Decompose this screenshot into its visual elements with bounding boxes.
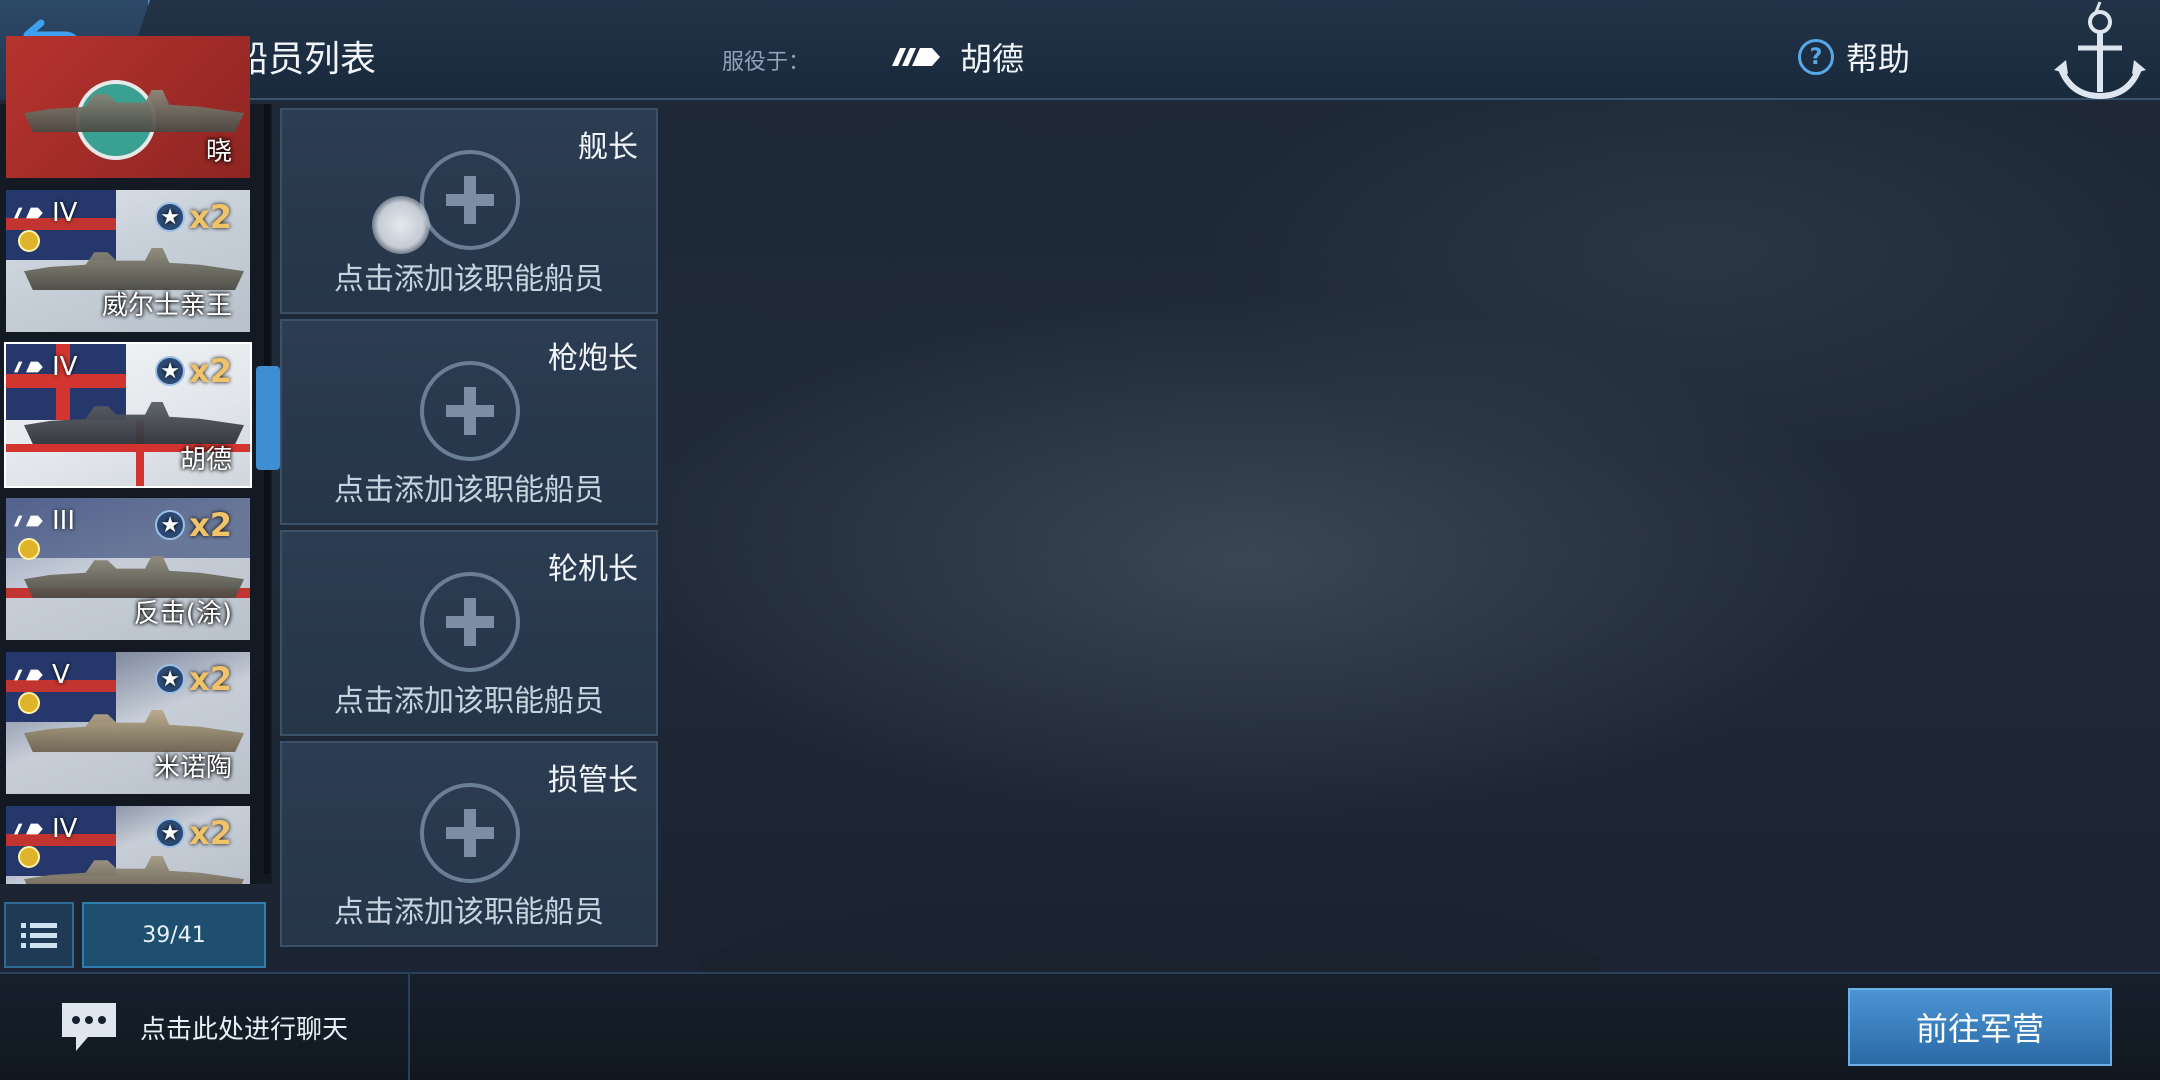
ship-tier-label: IV — [52, 814, 78, 844]
ship-tier: V — [14, 660, 70, 690]
top-bar: 船员列表 服役于： 胡德 ? 帮助 — [0, 0, 2160, 100]
ship-list: 晓 IV ★ x2 威尔士亲王 IV ★ x2 胡德 III ★ x2 反击(涂… — [0, 36, 272, 886]
ship-name: 米诺陶 — [153, 753, 232, 783]
plus-icon — [420, 572, 520, 672]
ship-tier-label: IV — [52, 198, 78, 228]
ship-card[interactable]: IV ★ x2 — [4, 804, 252, 886]
help-icon: ? — [1798, 39, 1834, 75]
ship-name: 威尔士亲王 — [101, 291, 232, 321]
ship-card[interactable]: 晓 — [4, 34, 252, 180]
crew-slot-hint: 点击添加该职能船员 — [334, 473, 604, 508]
anchor-icon[interactable] — [2050, 0, 2150, 106]
bottom-bar: 点击此处进行聊天 前往军营 — [0, 972, 2160, 1080]
plus-icon — [420, 150, 520, 250]
crew-slot-hint: 点击添加该职能船员 — [334, 262, 604, 297]
ship-multiplier-label: x2 — [189, 352, 232, 390]
star-icon: ★ — [155, 202, 186, 232]
ship-tier-label: V — [52, 660, 70, 690]
ship-name: 胡德 — [179, 445, 232, 475]
medal-icon — [18, 692, 40, 714]
ship-card-selected[interactable]: IV ★ x2 胡德 — [4, 342, 252, 488]
ship-name: 反击(涂) — [133, 599, 232, 629]
ship-name: 晓 — [205, 137, 232, 167]
ship-class-icon — [14, 361, 43, 373]
crew-slot-hint: 点击添加该职能船员 — [334, 895, 604, 930]
crew-slot-hint: 点击添加该职能船员 — [334, 684, 604, 719]
ship-tier-label: III — [52, 506, 76, 536]
ship-multiplier: ★ x2 — [155, 660, 232, 698]
ship-tier: IV — [14, 814, 77, 844]
medal-icon — [18, 230, 40, 252]
touch-indicator — [372, 196, 430, 254]
ship-multiplier-label: x2 — [189, 660, 232, 698]
ship-class-icon — [14, 669, 43, 681]
ship-tier-label: IV — [52, 352, 78, 382]
serve-ship-name: 胡德 — [960, 40, 1025, 78]
serve-label: 服役于： — [722, 50, 811, 75]
help-button[interactable]: ? 帮助 — [1798, 34, 1910, 80]
ship-multiplier-label: x2 — [189, 506, 232, 544]
crew-slot-role: 损管长 — [548, 763, 638, 798]
chat-button[interactable]: 点击此处进行聊天 — [0, 974, 410, 1080]
medal-icon — [18, 538, 40, 560]
ship-class-icon — [14, 823, 43, 835]
ship-class-icon — [892, 48, 940, 66]
crew-slot-role: 轮机长 — [548, 552, 638, 587]
serve-ship: 胡德 — [892, 34, 1024, 80]
crew-slot-damage-control[interactable]: 损管长 点击添加该职能船员 — [280, 741, 658, 947]
chat-label: 点击此处进行聊天 — [140, 1014, 349, 1045]
ship-count: 39/41 — [82, 902, 266, 968]
chat-icon — [62, 1003, 116, 1051]
ship-card[interactable]: IV ★ x2 威尔士亲王 — [4, 188, 252, 334]
crew-slot-engineer[interactable]: 轮机长 点击添加该职能船员 — [280, 530, 658, 736]
ship-multiplier-label: x2 — [189, 198, 232, 236]
star-icon: ★ — [155, 510, 186, 540]
ship-multiplier: ★ x2 — [155, 198, 232, 236]
ship-class-icon — [14, 515, 43, 527]
plus-icon — [420, 361, 520, 461]
crew-slot-gunnery[interactable]: 枪炮长 点击添加该职能船员 — [280, 319, 658, 525]
list-view-button[interactable] — [4, 902, 74, 968]
list-icon — [21, 923, 57, 948]
page-title: 船员列表 — [232, 39, 377, 80]
ship-card[interactable]: III ★ x2 反击(涂) — [4, 496, 252, 642]
ship-tier: IV — [14, 198, 77, 228]
medal-icon — [18, 846, 40, 868]
ship-multiplier: ★ x2 — [155, 506, 232, 544]
ship-multiplier: ★ x2 — [155, 352, 232, 390]
go-to-barracks-button[interactable]: 前往军营 — [1848, 988, 2112, 1066]
star-icon: ★ — [155, 818, 186, 848]
help-label: 帮助 — [1846, 40, 1911, 78]
crew-slot-role: 枪炮长 — [548, 341, 638, 376]
ship-multiplier: ★ x2 — [155, 814, 232, 852]
star-icon: ★ — [155, 664, 186, 694]
plus-icon — [420, 783, 520, 883]
crew-slot-captain[interactable]: 舰长 点击添加该职能船员 — [280, 108, 658, 314]
ship-tier: IV — [14, 352, 77, 382]
ship-class-icon — [14, 207, 43, 219]
ship-list-scrollbar[interactable] — [256, 366, 280, 470]
crew-slot-role: 舰长 — [578, 130, 638, 165]
ship-list-scroll-track — [264, 104, 270, 874]
ship-card[interactable]: V ★ x2 米诺陶 — [4, 650, 252, 796]
star-icon: ★ — [155, 356, 186, 386]
ship-tier: III — [14, 506, 75, 536]
ship-multiplier-label: x2 — [189, 814, 232, 852]
